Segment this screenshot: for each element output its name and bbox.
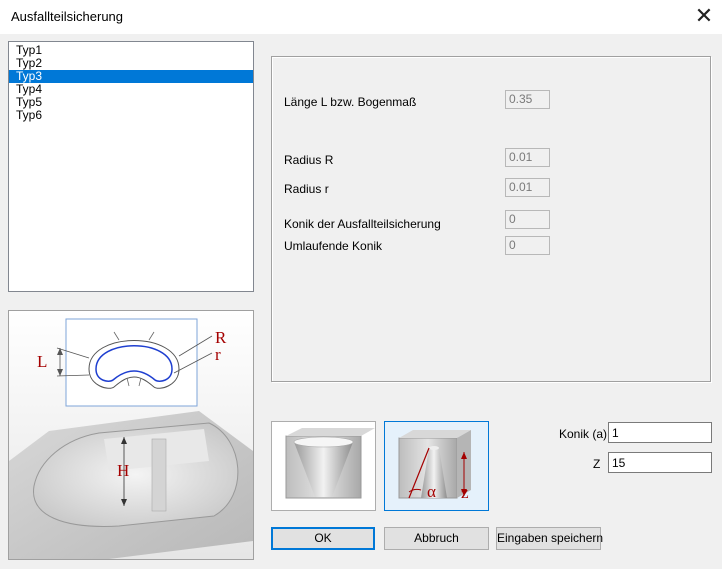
list-item-typ6[interactable]: Typ6 [9, 109, 253, 122]
list-item-typ4[interactable]: Typ4 [9, 83, 253, 96]
cone-pin-button[interactable]: α z [384, 421, 489, 511]
umlaufende-konik-label: Umlaufende Konik [284, 239, 383, 253]
cancel-button[interactable]: Abbruch [384, 527, 489, 550]
preview-illustration: L R r H [8, 310, 254, 560]
close-icon[interactable]: ✕ [690, 4, 718, 30]
laenge-field: 0.35 [505, 90, 550, 109]
label-H: H [117, 461, 129, 480]
z-label: z [461, 483, 469, 502]
preview-drawing: L R r H [9, 311, 253, 559]
konik-a-input[interactable] [608, 422, 712, 443]
z-input[interactable] [608, 452, 712, 473]
type-listbox[interactable]: Typ1 Typ2 Typ3 Typ4 Typ5 Typ6 [8, 41, 254, 292]
alpha-label: α [427, 482, 436, 501]
konik-ausfall-label: Konik der Ausfallteilsicherung [284, 217, 441, 231]
list-item-typ5[interactable]: Typ5 [9, 96, 253, 109]
z-input-label: Z [593, 457, 601, 471]
label-r: r [215, 345, 221, 364]
konik-ausfall-field: 0 [505, 210, 550, 229]
konik-a-label: Konik (a) [559, 427, 608, 441]
list-item-typ3[interactable]: Typ3 [9, 70, 253, 83]
list-item-typ1[interactable]: Typ1 [9, 44, 253, 57]
cone-funnel-button[interactable] [271, 421, 376, 511]
funnel-cone-icon [285, 428, 375, 499]
label-L: L [37, 352, 47, 371]
radius-R-field: 0.01 [505, 148, 550, 167]
conical-pin-icon: α z [398, 430, 471, 502]
radius-r-field: 0.01 [505, 178, 550, 197]
laenge-label: Länge L bzw. Bogenmaß [284, 95, 417, 109]
radius-R-label: Radius R [284, 153, 334, 167]
list-item-typ2[interactable]: Typ2 [9, 57, 253, 70]
umlaufende-konik-field: 0 [505, 236, 550, 255]
window-title: Ausfallteilsicherung [11, 9, 124, 24]
save-inputs-button[interactable]: Eingaben speichern [496, 527, 603, 550]
ok-button[interactable]: OK [271, 527, 375, 550]
radius-r-label: Radius r [284, 182, 329, 196]
